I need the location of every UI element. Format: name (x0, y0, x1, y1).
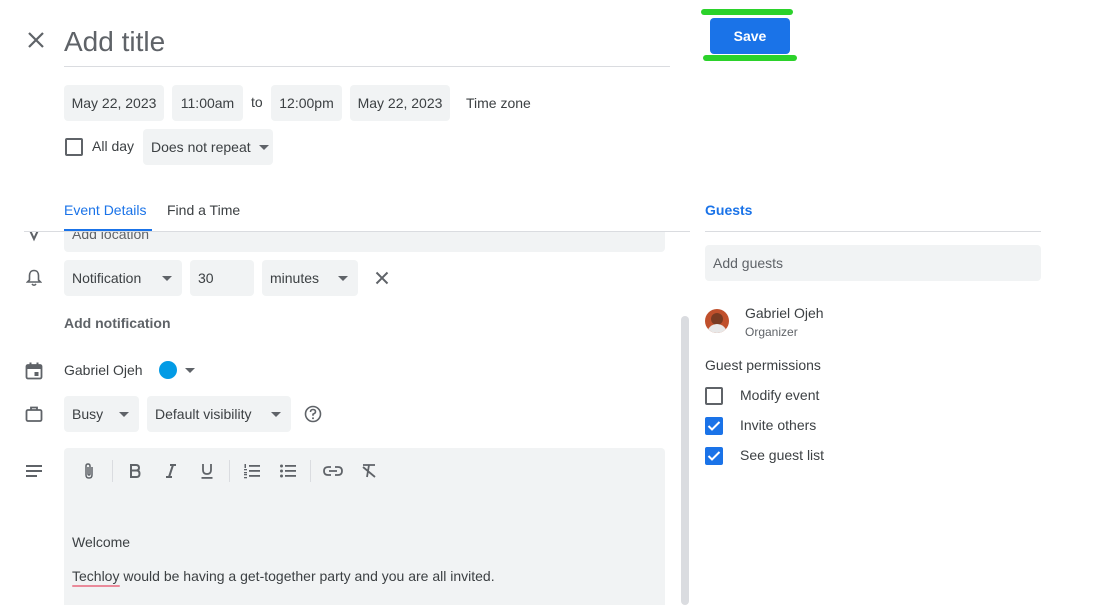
save-button[interactable]: Save (710, 18, 790, 54)
chevron-down-icon (338, 276, 348, 281)
guest-name: Gabriel Ojeh (745, 305, 824, 321)
clear-formatting-icon[interactable] (356, 458, 382, 484)
end-date-chip[interactable]: May 22, 2023 (350, 85, 450, 121)
description-line-1: Welcome (72, 534, 131, 550)
timezone-label: Time zone (466, 95, 531, 111)
chevron-down-icon (258, 144, 269, 150)
italic-icon[interactable] (158, 458, 184, 484)
chevron-down-icon (119, 412, 129, 417)
availability-dropdown[interactable]: Busy (64, 396, 139, 432)
see-guest-list-checkbox[interactable] (705, 447, 723, 465)
timezone-button[interactable]: Time zone (458, 85, 539, 121)
toolbar-separator (310, 460, 311, 482)
tab-find-a-time-label: Find a Time (167, 202, 241, 218)
calendar-color-dropdown[interactable] (158, 361, 198, 379)
all-day-checkbox[interactable] (65, 138, 83, 156)
guests-tab[interactable]: Guests (705, 202, 752, 220)
end-time-chip[interactable]: 12:00pm (271, 85, 342, 121)
modify-event-label: Modify event (740, 387, 820, 403)
end-date: May 22, 2023 (357, 95, 443, 111)
location-clip: Add location (0, 232, 690, 262)
highlight-top (701, 9, 793, 15)
calendar-icon (24, 361, 44, 381)
guests-placeholder: Add guests (713, 255, 784, 271)
guests-tab-label: Guests (705, 202, 753, 218)
link-icon[interactable] (320, 458, 346, 484)
scrollbar-thumb[interactable] (681, 316, 689, 605)
start-time-chip[interactable]: 11:00am (172, 85, 243, 121)
visibility: Default visibility (155, 406, 252, 422)
underline-icon[interactable] (194, 458, 220, 484)
checkmark-icon (707, 451, 721, 461)
chevron-down-icon (185, 368, 195, 373)
notification-unit-dropdown[interactable]: minutes (262, 260, 358, 296)
bell-icon (24, 268, 44, 288)
invite-others-checkbox[interactable] (705, 417, 723, 435)
numbered-list-icon[interactable] (239, 458, 265, 484)
start-date-chip[interactable]: May 22, 2023 (64, 85, 164, 121)
guest-permissions-title: Guest permissions (705, 357, 821, 373)
tab-find-a-time[interactable]: Find a Time (167, 202, 240, 220)
highlight-bottom (703, 55, 797, 61)
calendar-color-dot (159, 361, 177, 379)
bold-icon[interactable] (122, 458, 148, 484)
guest-role: Organizer (745, 325, 798, 339)
chevron-down-icon (271, 412, 281, 417)
add-notification-button[interactable]: Add notification (64, 315, 171, 333)
location-pin-icon (24, 232, 44, 242)
chevron-down-icon (162, 276, 172, 281)
notification-type: Notification (72, 270, 142, 286)
attachment-icon[interactable] (76, 458, 102, 484)
bulleted-list-icon[interactable] (275, 458, 301, 484)
location-input[interactable]: Add location (64, 232, 665, 252)
repeat-value: Does not repeat (151, 139, 251, 155)
start-time: 11:00am (180, 95, 235, 111)
close-icon[interactable] (24, 28, 48, 52)
location-placeholder: Add location (72, 232, 150, 242)
notification-amount: 30 (198, 270, 214, 286)
guests-tab-divider (705, 231, 1041, 232)
modify-event-checkbox[interactable] (705, 387, 723, 405)
add-notification-label: Add notification (64, 315, 171, 331)
description-icon (24, 461, 44, 481)
start-date: May 22, 2023 (71, 95, 157, 111)
end-time: 12:00pm (279, 95, 334, 111)
toolbar-separator (112, 460, 113, 482)
all-day-label: All day (92, 138, 135, 154)
invite-others-label: Invite others (740, 417, 817, 433)
to-label: to (251, 94, 263, 110)
calendar-owner: Gabriel Ojeh (64, 362, 143, 378)
tab-event-details[interactable]: Event Details (64, 202, 146, 220)
visibility-dropdown[interactable]: Default visibility (147, 396, 291, 432)
guests-input[interactable]: Add guests (705, 245, 1041, 281)
checkmark-icon (707, 421, 721, 431)
avatar (705, 309, 729, 333)
save-label: Save (733, 28, 767, 44)
remove-notification-icon[interactable] (372, 268, 392, 288)
title-input[interactable]: Add title (64, 22, 670, 67)
see-guest-list-label: See guest list (740, 447, 825, 463)
notification-unit: minutes (270, 270, 320, 286)
description-line-2: Techloy would be having a get-together p… (72, 568, 495, 584)
briefcase-icon (24, 404, 44, 424)
title-placeholder: Add title (64, 26, 166, 57)
tab-event-details-label: Event Details (64, 202, 147, 218)
help-icon[interactable] (303, 404, 323, 424)
spellcheck-underline (72, 585, 120, 587)
availability: Busy (72, 406, 104, 422)
repeat-dropdown[interactable]: Does not repeat (143, 129, 273, 165)
notification-type-dropdown[interactable]: Notification (64, 260, 182, 296)
notification-amount-input[interactable]: 30 (190, 260, 254, 296)
toolbar-separator (229, 460, 230, 482)
